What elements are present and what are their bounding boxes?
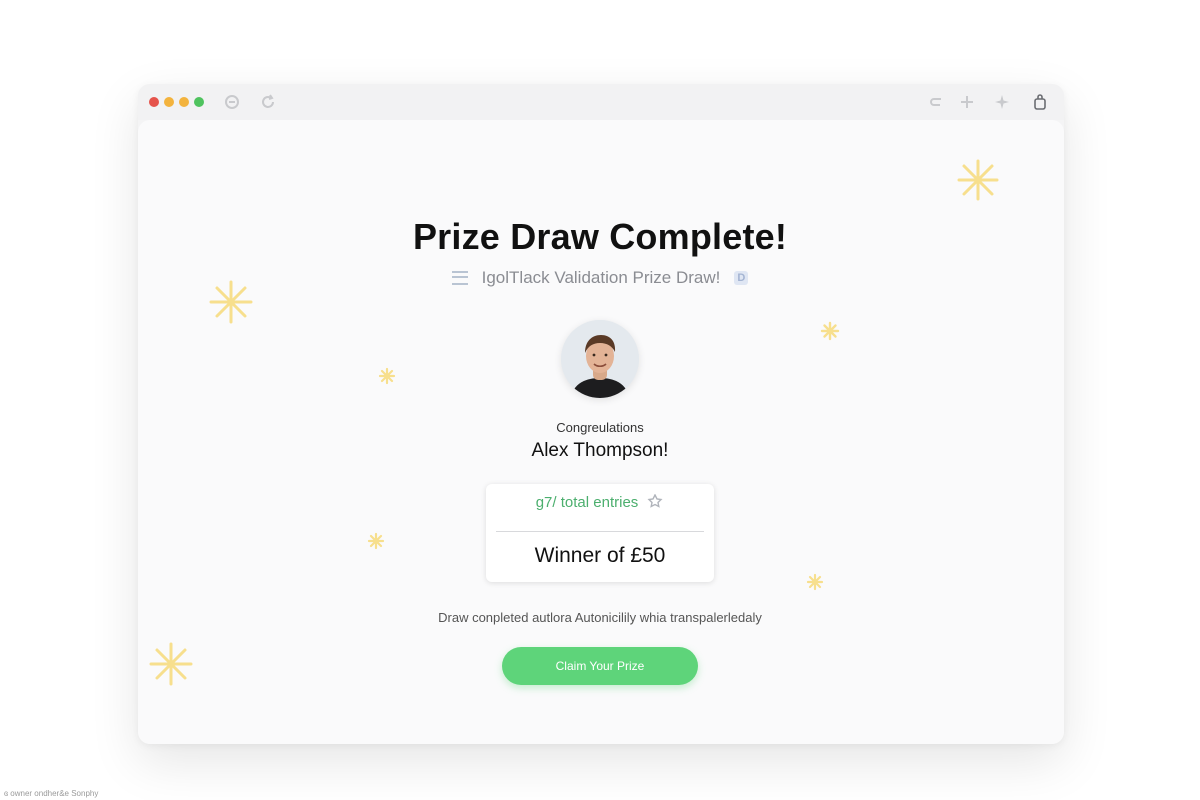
sparkle-decoration-icon: [820, 321, 840, 341]
zoom-window-dot[interactable]: [179, 97, 189, 107]
share-icon[interactable]: [1030, 92, 1050, 112]
total-entries: g7‍/ total entries: [535, 494, 639, 511]
subtitle-row: I‍golTlack Validation Prize Draw! D: [0, 268, 1200, 288]
badge-icon: D: [734, 271, 749, 285]
titlebar: [138, 84, 1064, 120]
prize-amount: Winner of £50: [534, 544, 666, 567]
entries-row: g7‍/ total entries: [486, 493, 714, 511]
winner-avatar: [561, 320, 639, 398]
back-icon[interactable]: [222, 92, 242, 112]
fullscreen-window-dot[interactable]: [194, 97, 204, 107]
sparkle-decoration-icon: [957, 159, 999, 201]
plus-icon[interactable]: [957, 92, 977, 112]
menu-icon: [451, 271, 468, 285]
prize-card: g7‍/ total entries Winner of £50: [486, 484, 714, 582]
close-window-dot[interactable]: [149, 97, 159, 107]
winner-name: Alex Thompson!: [531, 440, 669, 461]
minimize-window-dot[interactable]: [164, 97, 174, 107]
page-title: Prize Draw Complete!: [412, 216, 788, 257]
reload-icon[interactable]: [258, 92, 278, 112]
claim-prize-button[interactable]: Claim Your Prize: [502, 647, 698, 685]
draw-subtitle: I‍golTlack Validation Prize Draw!: [481, 268, 721, 287]
card-divider: [496, 531, 704, 532]
users-icon: [646, 493, 664, 511]
sparkle-decoration-icon: [367, 532, 385, 550]
undo-icon[interactable]: [926, 92, 946, 112]
footer-credit: ɞ owner ondher&e Sonphy: [4, 789, 99, 798]
sparkle-icon[interactable]: [992, 92, 1012, 112]
sparkle-decoration-icon: [378, 367, 396, 385]
congrats-label: Congreulations: [556, 420, 644, 435]
sparkle-decoration-icon: [149, 642, 193, 686]
draw-note: Draw conpleted autlora Autonicilily whia…: [438, 610, 762, 625]
browser-window: [138, 84, 1064, 744]
page: Prize Draw Complete! I‍golTlack Validati…: [0, 0, 1200, 800]
sparkle-decoration-icon: [806, 573, 824, 591]
